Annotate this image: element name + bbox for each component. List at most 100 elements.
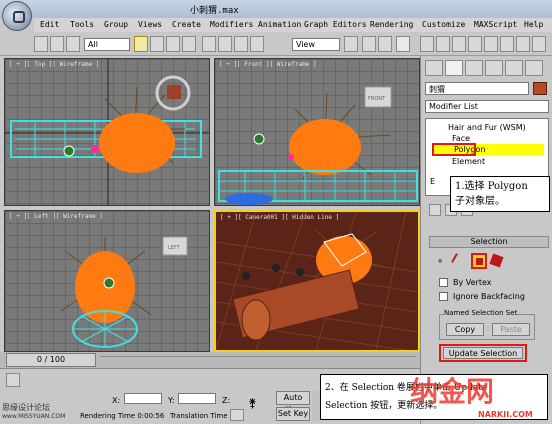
render-icon[interactable] — [532, 36, 546, 52]
update-selection-button[interactable]: Update Selection — [443, 347, 523, 359]
keyboard-shortcut-icon[interactable] — [396, 36, 410, 52]
modifier-list-dropdown[interactable]: Modifier List — [425, 100, 549, 113]
viewport-top[interactable]: [ + ][ Top ][ Wireframe ] — [4, 58, 210, 206]
named-selection-icon[interactable] — [420, 36, 434, 52]
grid-icon[interactable] — [230, 409, 244, 421]
render-setup-icon[interactable] — [516, 36, 530, 52]
hierarchy-tab-icon[interactable] — [465, 60, 483, 76]
object-name-field[interactable]: 刺猬 — [425, 82, 529, 95]
menu-rendering[interactable]: Rendering — [370, 20, 413, 29]
align-icon[interactable] — [452, 36, 466, 52]
modify-tab-icon[interactable] — [445, 60, 463, 76]
auto-key-button[interactable]: Auto Key — [276, 391, 310, 414]
ignore-backfacing-checkbox[interactable] — [439, 292, 448, 301]
viewport-camera[interactable]: [ + ][ Camera001 ][ Hidden Line ] — [214, 210, 420, 352]
rectangle-region-icon[interactable] — [166, 36, 180, 52]
create-tab-icon[interactable] — [425, 60, 443, 76]
select-manipulate-icon[interactable] — [250, 36, 264, 52]
timeline-track — [100, 356, 416, 357]
z-label: Z: — [222, 396, 231, 405]
stack-item-element[interactable]: Element — [452, 157, 485, 166]
menu-group[interactable]: Group — [104, 20, 128, 29]
ignore-backfacing-label: Ignore Backfacing — [453, 292, 525, 301]
apple-icon — [63, 145, 75, 157]
viewport-scene — [5, 59, 209, 205]
mirror-icon[interactable] — [436, 36, 450, 52]
y-coordinate-field[interactable] — [178, 393, 216, 404]
material-editor-icon[interactable] — [500, 36, 514, 52]
element-icon[interactable] — [489, 253, 504, 268]
menu-tools[interactable]: Tools — [70, 20, 94, 29]
move-icon[interactable] — [202, 36, 216, 52]
menu-customize[interactable]: Customize — [422, 20, 465, 29]
edge-icon[interactable] — [451, 253, 465, 267]
y-label: Y: — [168, 396, 175, 405]
lock-selection-icon[interactable] — [6, 373, 20, 387]
time-slider[interactable]: 0 / 100 — [6, 353, 96, 367]
display-tab-icon[interactable] — [505, 60, 523, 76]
reference-coordinate-dropdown[interactable]: View — [292, 38, 340, 51]
forum-url-watermark: www.MISSYUAN.COM — [2, 413, 66, 420]
key-icon[interactable]: ⚵ — [248, 395, 272, 411]
view-cube-icon[interactable] — [167, 85, 181, 99]
viewport-scene — [216, 212, 418, 350]
selection-rollout-header[interactable]: Selection — [429, 236, 549, 248]
select-by-name-icon[interactable] — [150, 36, 164, 52]
rotate-icon[interactable] — [218, 36, 232, 52]
x-label: X: — [112, 396, 121, 405]
copy-button[interactable]: Copy — [446, 323, 484, 336]
selection-filter-dropdown[interactable]: All — [84, 38, 130, 51]
menu-help[interactable]: Help — [524, 20, 543, 29]
link-icon[interactable] — [66, 36, 80, 52]
stack-item-face[interactable]: Face — [452, 134, 470, 143]
viewport-left[interactable]: [ + ][ Left ][ Wireframe ] LEFT — [4, 210, 210, 352]
window-crossing-icon[interactable] — [182, 36, 196, 52]
menu-bar: Edit Tools Group Views Create Modifiers … — [34, 18, 552, 32]
utilities-tab-icon[interactable] — [525, 60, 543, 76]
snap-icon[interactable] — [362, 36, 376, 52]
motion-tab-icon[interactable] — [485, 60, 503, 76]
command-panel-tabs — [425, 60, 549, 78]
menu-views[interactable]: Views — [138, 20, 162, 29]
pivot-icon[interactable] — [344, 36, 358, 52]
view-cube-label: FRONT — [368, 96, 386, 102]
step1-text-line1: 1.选择 Polygon — [455, 181, 528, 192]
layer-manager-icon[interactable] — [468, 36, 482, 52]
scale-icon[interactable] — [234, 36, 248, 52]
forum-watermark: 思缘设计论坛 — [2, 403, 50, 412]
timeline[interactable]: 0 / 100 — [0, 352, 420, 368]
undo-icon[interactable] — [34, 36, 48, 52]
viewport-scene: FRONT — [218, 86, 418, 205]
viewport-front[interactable]: [ + ][ Front ][ Wireframe ] FRONT — [214, 58, 420, 206]
menu-create[interactable]: Create — [172, 20, 201, 29]
menu-maxscript[interactable]: MAXScript — [474, 20, 517, 29]
rendering-time: Rendering Time 0:00:56 — [80, 412, 165, 420]
redo-icon[interactable] — [50, 36, 64, 52]
by-vertex-checkbox[interactable] — [439, 278, 448, 287]
curve-editor-icon[interactable] — [484, 36, 498, 52]
pin-stack-icon[interactable] — [429, 204, 441, 216]
polygon-subobject-button[interactable] — [471, 253, 487, 269]
x-coordinate-field[interactable] — [124, 393, 162, 404]
paste-button[interactable]: Paste — [492, 323, 530, 336]
angle-snap-icon[interactable] — [378, 36, 392, 52]
named-selection-group: Named Selection Set Copy Paste — [439, 309, 535, 340]
stack-item-hair-and-fur[interactable]: Hair and Fur (WSM) — [448, 123, 526, 132]
app-logo-icon[interactable] — [2, 1, 32, 31]
subobject-buttons: ∘ — [437, 253, 504, 269]
menu-modifiers[interactable]: Modifiers — [210, 20, 253, 29]
stack-item-editable-poly[interactable]: E — [430, 177, 435, 186]
menu-graph-editors[interactable]: Graph Editors — [304, 20, 367, 29]
menu-edit[interactable]: Edit — [40, 20, 59, 29]
hedgehog-body — [99, 113, 175, 173]
apple-icon — [103, 277, 115, 289]
set-key-button[interactable]: Set Key — [276, 407, 310, 421]
hedgehog-nose — [91, 145, 99, 153]
object-color-swatch[interactable] — [533, 82, 547, 95]
polygon-highlight-box — [432, 143, 476, 156]
vertex-icon[interactable]: ∘ — [437, 256, 443, 267]
select-object-icon[interactable] — [134, 36, 148, 52]
menu-animation[interactable]: Animation — [258, 20, 301, 29]
log-end-icon — [241, 299, 271, 341]
selection-rollout-title: Selection — [470, 237, 508, 246]
